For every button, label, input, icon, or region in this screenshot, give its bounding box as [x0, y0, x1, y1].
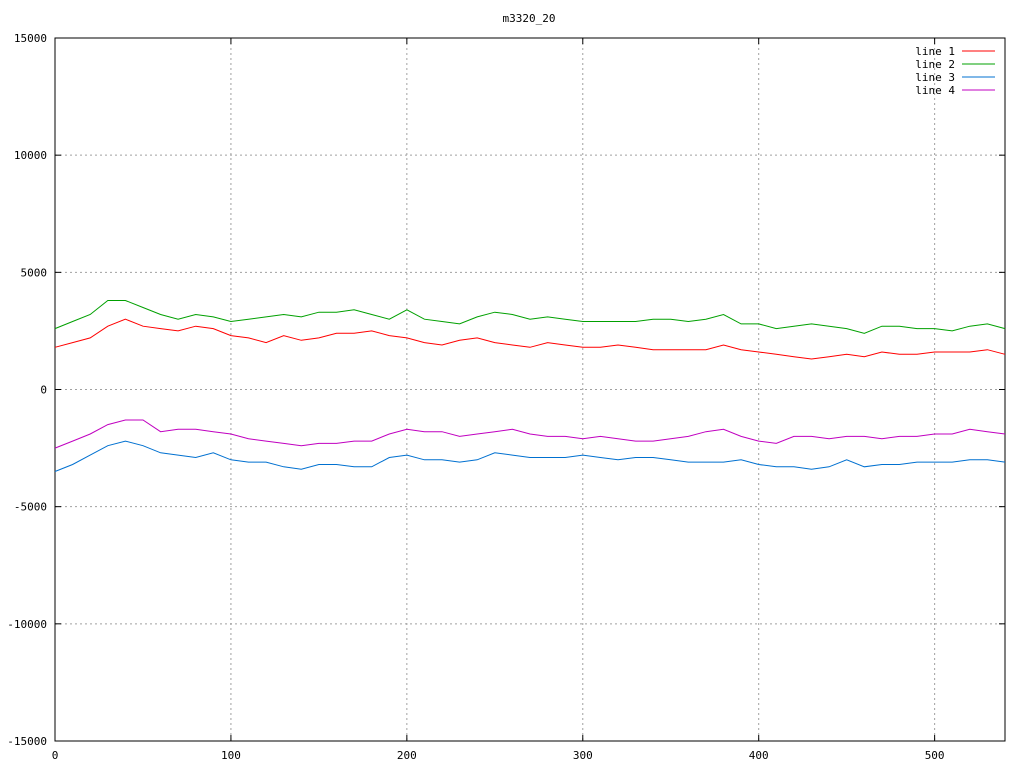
series-2-line	[54, 300, 1006, 334]
x-tick-label: 400	[749, 749, 769, 762]
series-4-line	[54, 419, 1006, 449]
y-tick-label: -15000	[7, 735, 47, 748]
legend: line 1line 2line 3line 4	[915, 45, 995, 97]
axes: -15000 -10000 -5000 0 5000 10000 15000 0 100 200 3…	[7, 32, 1006, 762]
x-tick-label: 100	[221, 749, 241, 762]
y-tick-label: -5000	[14, 501, 47, 514]
legend-label-4: line 4	[915, 84, 955, 97]
series-1-line	[54, 318, 1006, 360]
x-tick-label: 500	[925, 749, 945, 762]
y-tick-label: 15000	[14, 32, 47, 45]
y-tick-label: 0	[40, 384, 47, 397]
chart-title: m3320_20	[503, 12, 556, 25]
y-tick-label: 5000	[21, 266, 48, 279]
line-chart: m3320_20 -15000-10000-500005000100001500…	[7, 12, 1006, 762]
y-tick-label: 10000	[14, 149, 47, 162]
legend-label-2: line 2	[915, 58, 955, 71]
chart: m3320_20 -15000 -10000 -5000 0 5000 10000 1500…	[0, 0, 1024, 768]
series-group	[54, 300, 1006, 472]
x-tick-label: 200	[397, 749, 417, 762]
x-tick-label: 300	[573, 749, 593, 762]
grid	[55, 38, 1005, 741]
legend-label-1: line 1	[915, 45, 955, 58]
series-3-line	[54, 440, 1006, 472]
legend-label-3: line 3	[915, 71, 955, 84]
y-tick-label: -10000	[7, 618, 47, 631]
x-tick-label: 0	[52, 749, 59, 762]
